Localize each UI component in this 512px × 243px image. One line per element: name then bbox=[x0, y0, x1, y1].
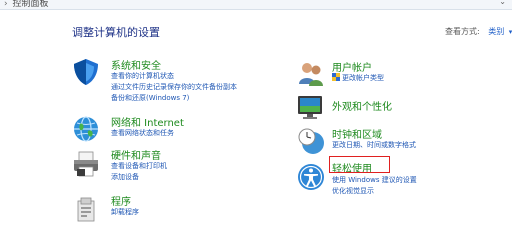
clock-globe-icon[interactable] bbox=[296, 126, 326, 156]
category-hardware-sound: 硬件和声音 查看设备和打印机 添加设备 bbox=[71, 147, 271, 187]
shield-icon[interactable] bbox=[71, 57, 101, 87]
category-clock-region: 时钟和区域 更改日期、时间或数字格式 bbox=[296, 126, 496, 156]
breadcrumb-label[interactable]: 控制面板 bbox=[12, 0, 48, 9]
category-title-user-accounts[interactable]: 用户帐户 bbox=[332, 59, 372, 74]
category-ease-of-access: 轻松使用 使用 Windows 建议的设置 优化视觉显示 bbox=[296, 160, 496, 200]
chevron-down-icon[interactable]: ⌄ bbox=[499, 0, 506, 6]
link-change-date-time-format[interactable]: 更改日期、时间或数字格式 bbox=[332, 140, 416, 150]
link-change-account-type[interactable]: 更改帐户类型 bbox=[332, 73, 384, 83]
address-bar: › 控制面板 ⌄ bbox=[0, 0, 512, 10]
link-view-devices-printers[interactable]: 查看设备和打印机 bbox=[111, 161, 167, 171]
category-title-network-internet[interactable]: 网络和 Internet bbox=[111, 114, 184, 129]
link-view-network-status[interactable]: 查看网络状态和任务 bbox=[111, 128, 174, 138]
page-title: 调整计算机的设置 bbox=[72, 26, 160, 39]
view-by-select[interactable]: 类别 bbox=[488, 27, 504, 36]
category-appearance: 外观和个性化 bbox=[296, 92, 496, 122]
category-user-accounts: 用户帐户 更改帐户类型 bbox=[296, 59, 496, 89]
category-title-hardware-sound[interactable]: 硬件和声音 bbox=[111, 147, 161, 162]
category-programs: 程序 卸载程序 bbox=[71, 193, 271, 223]
view-by-label: 查看方式: bbox=[445, 27, 480, 36]
link-add-device[interactable]: 添加设备 bbox=[111, 172, 139, 182]
highlight-box bbox=[329, 156, 390, 173]
users-icon[interactable] bbox=[296, 59, 326, 89]
ease-of-access-icon[interactable] bbox=[296, 162, 326, 192]
link-view-computer-status[interactable]: 查看你的计算机状态 bbox=[111, 71, 174, 81]
breadcrumb[interactable]: › 控制面板 bbox=[4, 0, 49, 9]
breadcrumb-arrow-icon: › bbox=[4, 0, 8, 9]
monitor-display-icon[interactable] bbox=[296, 92, 326, 122]
category-title-programs[interactable]: 程序 bbox=[111, 193, 131, 208]
category-title-appearance[interactable]: 外观和个性化 bbox=[332, 98, 392, 113]
network-globe-icon[interactable] bbox=[71, 114, 101, 144]
view-by: 查看方式: 类别 ▾ bbox=[445, 26, 512, 37]
control-panel-window: › 控制面板 ⌄ 调整计算机的设置 查看方式: 类别 ▾ 系统和安全 查看你的计… bbox=[0, 0, 512, 243]
programs-box-icon[interactable] bbox=[71, 195, 101, 225]
category-title-clock-region[interactable]: 时钟和区域 bbox=[332, 126, 382, 141]
link-backup-restore[interactable]: 备份和还原(Windows 7) bbox=[111, 93, 189, 103]
uac-shield-icon bbox=[332, 73, 340, 81]
category-system-security: 系统和安全 查看你的计算机状态 通过文件历史记录保存你的文件备份副本 备份和还原… bbox=[71, 57, 271, 107]
link-uninstall-program[interactable]: 卸载程序 bbox=[111, 207, 139, 217]
category-title-system-security[interactable]: 系统和安全 bbox=[111, 57, 161, 72]
link-change-account-type-label[interactable]: 更改帐户类型 bbox=[342, 74, 384, 82]
category-network-internet: 网络和 Internet 查看网络状态和任务 bbox=[71, 114, 271, 144]
link-optimize-visual-display[interactable]: 优化视觉显示 bbox=[332, 186, 374, 196]
link-file-history-backup[interactable]: 通过文件历史记录保存你的文件备份副本 bbox=[111, 82, 237, 92]
printer-icon[interactable] bbox=[71, 149, 101, 179]
link-use-recommended-settings[interactable]: 使用 Windows 建议的设置 bbox=[332, 175, 417, 185]
